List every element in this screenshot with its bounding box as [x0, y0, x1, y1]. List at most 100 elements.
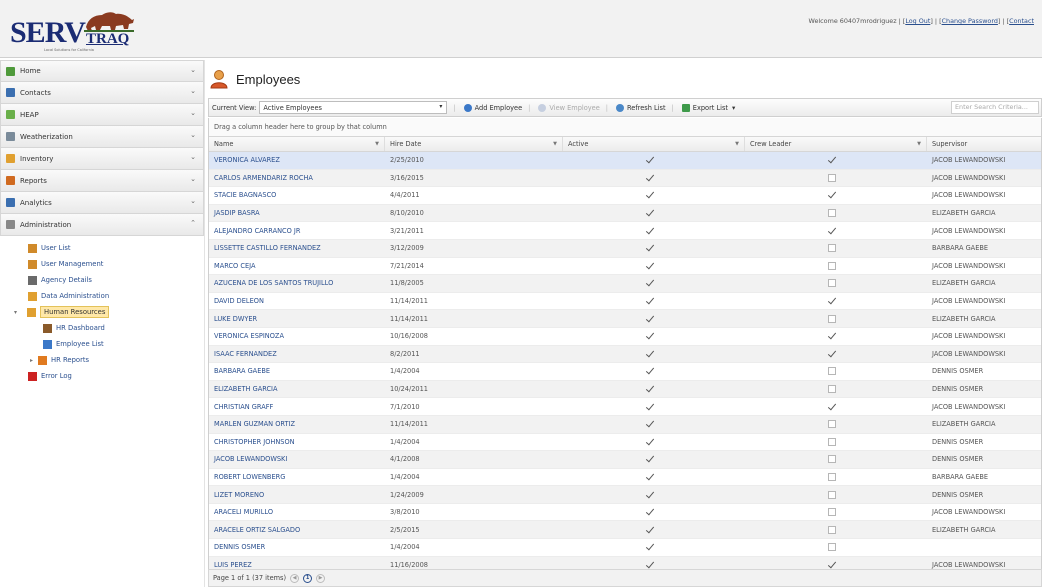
table-row[interactable]: CARLOS ARMENDARIZ ROCHA 3/16/2015 JACOB LE… — [209, 169, 1041, 188]
crew-leader-checkbox[interactable] — [828, 525, 836, 534]
column-header-name[interactable]: Name ▼ — [209, 137, 385, 151]
current-view-select[interactable]: Active Employees ▾ — [259, 101, 448, 114]
active-checkbox[interactable] — [646, 297, 654, 305]
cell-name[interactable]: VERONICA ESPINOZA — [209, 328, 385, 345]
crew-leader-checkbox[interactable] — [828, 455, 836, 464]
refresh-list-button[interactable]: Refresh List — [616, 103, 666, 112]
crew-leader-checkbox[interactable] — [828, 209, 836, 218]
cell-name[interactable]: ROBERT LOWENBERG — [209, 469, 385, 486]
table-row[interactable]: STACIE BAGNASCO 4/4/2011 JACOB LEWANDOWSKI — [209, 187, 1041, 205]
active-checkbox[interactable] — [646, 227, 654, 235]
filter-icon[interactable]: ▼ — [375, 141, 379, 147]
filter-icon[interactable]: ▼ — [917, 141, 921, 147]
active-checkbox[interactable] — [646, 262, 654, 270]
active-checkbox[interactable] — [646, 473, 654, 481]
cell-name[interactable]: MARLEN GUZMAN ORTIZ — [209, 416, 385, 433]
sidebar-subitem-human-resources[interactable]: ▾ Human Resources — [0, 304, 204, 320]
crew-leader-checkbox[interactable] — [828, 156, 836, 164]
table-row[interactable]: ARACELE ORTIZ SALGADO 2/5/2015 ELIZABETH G… — [209, 521, 1041, 540]
sidebar-item-contacts[interactable]: Contacts ⌄ — [0, 82, 204, 104]
sidebar-item-inventory[interactable]: Inventory ⌄ — [0, 148, 204, 170]
prev-page-button[interactable]: ◀ — [290, 573, 300, 583]
filter-icon[interactable]: ▼ — [553, 141, 557, 147]
sidebar-item-home[interactable]: Home ⌄ — [0, 60, 204, 82]
contact-link[interactable]: Contact — [1009, 17, 1034, 25]
column-header-crew-leader[interactable]: Crew Leader ▼ — [745, 137, 927, 151]
sidebar-item-heap[interactable]: HEAP ⌄ — [0, 104, 204, 126]
sidebar-item-analytics[interactable]: Analytics ⌄ — [0, 192, 204, 214]
table-row[interactable]: JACOB LEWANDOWSKI 4/1/2008 DENNIS OSMER — [209, 451, 1041, 469]
crew-leader-checkbox[interactable] — [828, 490, 836, 499]
table-row[interactable]: LISSETTE CASTILLO FERNANDEZ 3/12/2009 BARB… — [209, 239, 1041, 258]
table-row[interactable]: MARLEN GUZMAN ORTIZ 11/14/2011 ELIZABETH G… — [209, 415, 1041, 434]
table-row[interactable]: LIZET MORENO 1/24/2009 DENNIS OSMER — [209, 486, 1041, 504]
crew-leader-checkbox[interactable] — [828, 420, 836, 429]
crew-leader-checkbox[interactable] — [828, 350, 836, 358]
crew-leader-checkbox[interactable] — [828, 227, 836, 235]
cell-name[interactable]: ALEJANDRO CARRANCO JR — [209, 222, 385, 239]
next-page-button[interactable]: ▶ — [316, 573, 326, 583]
column-header-hire-date[interactable]: Hire Date ▼ — [385, 137, 563, 151]
active-checkbox[interactable] — [646, 332, 654, 340]
page-number-button[interactable]: 1 — [303, 573, 313, 583]
crew-leader-checkbox[interactable] — [828, 437, 836, 446]
active-checkbox[interactable] — [646, 526, 654, 534]
crew-leader-checkbox[interactable] — [828, 367, 836, 376]
cell-name[interactable]: ARACELI MURILLO — [209, 504, 385, 521]
crew-leader-checkbox[interactable] — [828, 543, 836, 552]
table-row[interactable]: ALEJANDRO CARRANCO JR 3/21/2011 JACOB LEWA… — [209, 222, 1041, 240]
cell-name[interactable]: AZUCENA DE LOS SANTOS TRUJILLO — [209, 275, 385, 292]
crew-leader-checkbox[interactable] — [828, 385, 836, 394]
cell-name[interactable]: CHRISTIAN GRAFF — [209, 398, 385, 415]
table-row[interactable]: ROBERT LOWENBERG 1/4/2004 BARBARA GAEBE — [209, 469, 1041, 487]
crew-leader-checkbox[interactable] — [828, 297, 836, 305]
cell-name[interactable]: DAVID DELEON — [209, 293, 385, 310]
table-row[interactable]: JASDIP BASRA 8/10/2010 ELIZABETH GARCIA — [209, 204, 1041, 223]
expand-icon[interactable]: ▸ — [30, 357, 38, 364]
active-checkbox[interactable] — [646, 385, 654, 393]
cell-name[interactable]: ISAAC FERNANDEZ — [209, 346, 385, 363]
sidebar-subitem-agency-details[interactable]: Agency Details — [0, 272, 204, 288]
export-list-button[interactable]: Export List ▾ — [681, 103, 735, 112]
crew-leader-checkbox[interactable] — [828, 279, 836, 288]
active-checkbox[interactable] — [646, 315, 654, 323]
add-employee-button[interactable]: Add Employee — [463, 103, 522, 112]
view-employee-button[interactable]: View Employee — [538, 103, 600, 112]
table-row[interactable]: CHRISTOPHER JOHNSON 1/4/2004 DENNIS OSMER — [209, 434, 1041, 452]
table-row[interactable]: DENNIS OSMER 1/4/2004 — [209, 539, 1041, 557]
table-row[interactable]: ISAAC FERNANDEZ 8/2/2011 JACOB LEWANDOWSKI — [209, 345, 1041, 364]
table-row[interactable]: VERONICA ESPINOZA 10/16/2008 JACOB LEWANDO… — [209, 328, 1041, 346]
sidebar-item-administration[interactable]: Administration ⌃ — [0, 214, 204, 236]
table-row[interactable]: BARBARA GAEBE 1/4/2004 DENNIS OSMER — [209, 363, 1041, 381]
change-password-link[interactable]: Change Password — [942, 17, 998, 25]
active-checkbox[interactable] — [646, 491, 654, 499]
crew-leader-checkbox[interactable] — [828, 508, 836, 517]
cell-name[interactable]: VERONICA ALVAREZ — [209, 152, 385, 169]
cell-name[interactable]: LIZET MORENO — [209, 486, 385, 503]
cell-name[interactable]: DENNIS OSMER — [209, 539, 385, 556]
crew-leader-checkbox[interactable] — [828, 314, 836, 323]
sidebar-subitem-error-log[interactable]: Error Log — [0, 368, 204, 384]
crew-leader-checkbox[interactable] — [828, 261, 836, 270]
sidebar-subitem-employee-list[interactable]: Employee List — [0, 336, 204, 352]
active-checkbox[interactable] — [646, 561, 654, 569]
cell-name[interactable]: JACOB LEWANDOWSKI — [209, 451, 385, 468]
table-row[interactable]: MARCO CEJA 7/21/2014 JACOB LEWANDOWSKI — [209, 258, 1041, 276]
sidebar-subitem-hr-dashboard[interactable]: HR Dashboard — [0, 320, 204, 336]
table-row[interactable]: LUKE DWYER 11/14/2011 ELIZABETH GARCIA — [209, 310, 1041, 328]
table-row[interactable]: DAVID DELEON 11/14/2011 JACOB LEWANDOWSKI — [209, 293, 1041, 311]
cell-name[interactable]: ARACELE ORTIZ SALGADO — [209, 521, 385, 538]
logout-link[interactable]: Log Out — [905, 17, 930, 25]
active-checkbox[interactable] — [646, 156, 654, 164]
active-checkbox[interactable] — [646, 279, 654, 287]
active-checkbox[interactable] — [646, 508, 654, 516]
group-by-panel[interactable]: Drag a column header here to group by th… — [208, 118, 1042, 136]
active-checkbox[interactable] — [646, 455, 654, 463]
table-row[interactable]: ARACELI MURILLO 3/8/2010 JACOB LEWANDOWSKI — [209, 504, 1041, 522]
active-checkbox[interactable] — [646, 244, 654, 252]
table-row[interactable]: VERONICA ALVAREZ 2/25/2010 JACOB LEWANDOWS… — [209, 152, 1041, 170]
cell-name[interactable]: LUKE DWYER — [209, 310, 385, 327]
active-checkbox[interactable] — [646, 350, 654, 358]
sidebar-subitem-user-list[interactable]: User List — [0, 240, 204, 256]
crew-leader-checkbox[interactable] — [828, 472, 836, 481]
